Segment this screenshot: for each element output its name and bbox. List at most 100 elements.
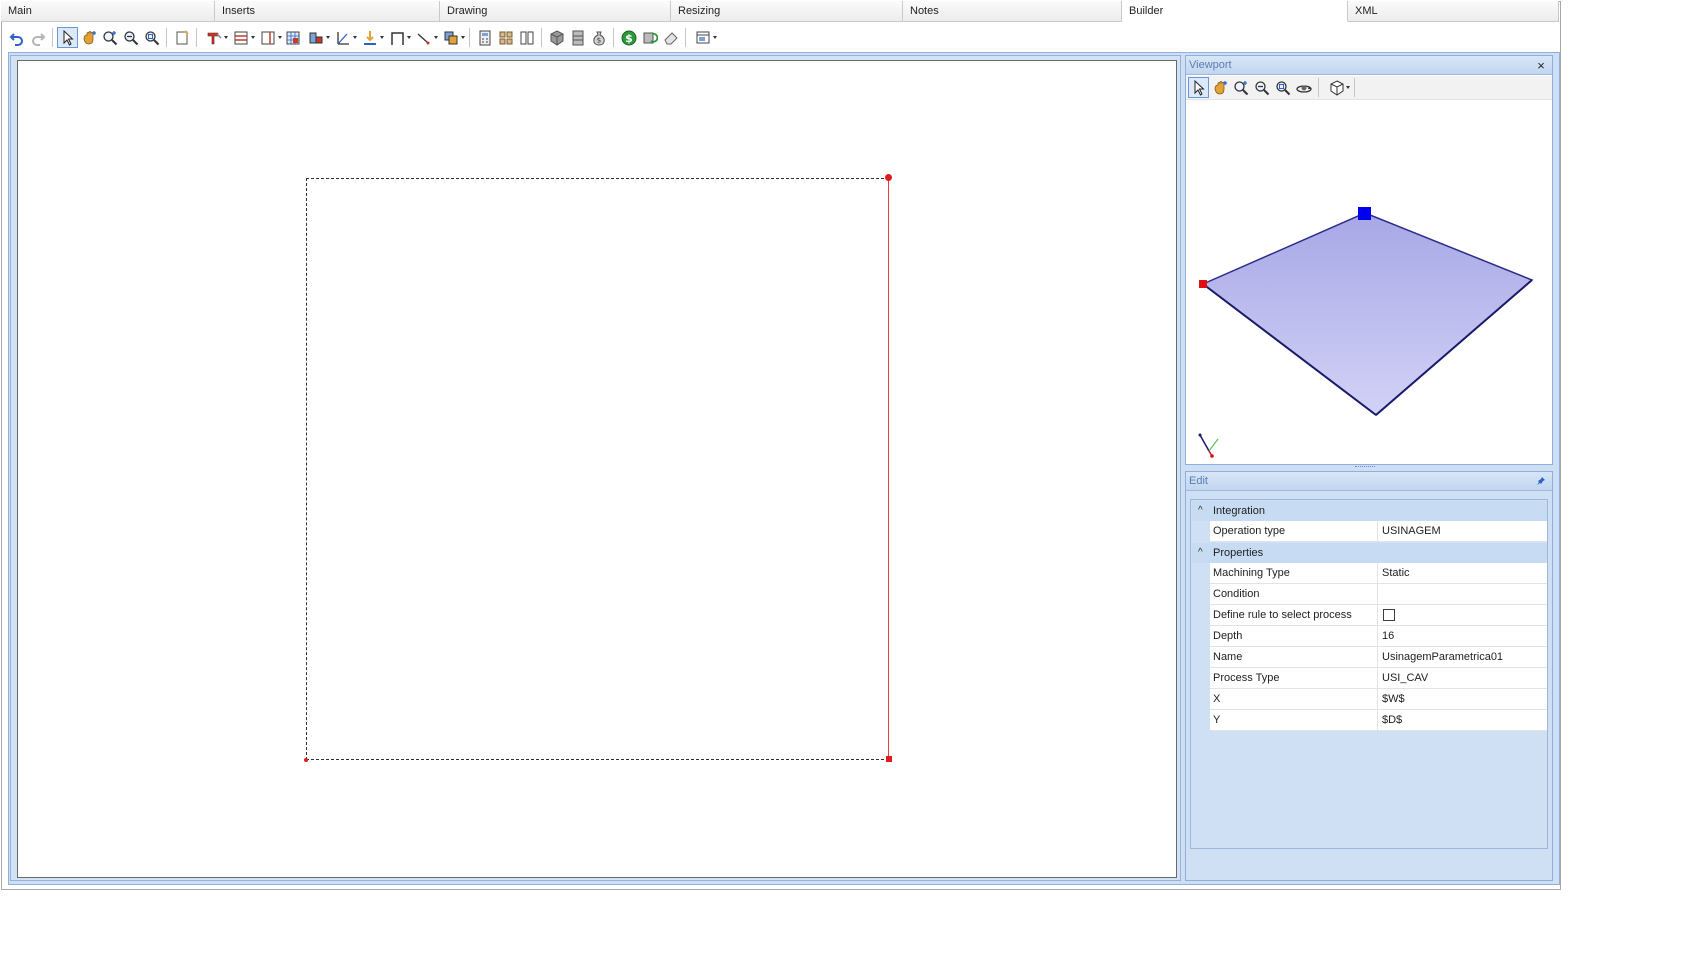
category-properties[interactable]: ^ Properties (1192, 543, 1547, 563)
zoom-window-icon[interactable] (1230, 77, 1251, 98)
close-icon[interactable]: × (1534, 56, 1548, 75)
grid-icon[interactable] (282, 27, 303, 48)
chevron-down-icon (1346, 86, 1350, 89)
property-row-name[interactable]: Name UsinagemParametrica01 (1210, 647, 1547, 668)
copy-icon[interactable] (438, 27, 465, 48)
tab-resizing[interactable]: Resizing (671, 1, 903, 22)
property-row-operation-type[interactable]: Operation type USINAGEM (1210, 521, 1547, 542)
zoom-out-icon[interactable] (1251, 77, 1272, 98)
refresh-icon[interactable] (639, 27, 660, 48)
property-row-machining-type[interactable]: Machining Type Static (1210, 563, 1547, 584)
drawing-canvas[interactable] (17, 60, 1177, 878)
calculator-icon[interactable] (474, 27, 495, 48)
property-value[interactable]: UsinagemParametrica01 (1379, 647, 1547, 667)
property-key: Machining Type (1210, 563, 1378, 583)
toolbar-separator (1318, 78, 1319, 97)
property-value[interactable]: $D$ (1379, 710, 1547, 730)
svg-text:$: $ (596, 36, 600, 44)
property-row-y[interactable]: Y $D$ (1210, 710, 1547, 731)
panel-icon[interactable] (228, 27, 255, 48)
vertex-handle-bottom-left[interactable] (304, 758, 308, 762)
property-grid: ^ Integration Operation type USINAGEM ^ … (1190, 499, 1548, 849)
define-rule-checkbox[interactable] (1383, 609, 1395, 621)
chevron-up-icon[interactable]: ^ (1198, 501, 1210, 521)
property-value[interactable]: $W$ (1379, 689, 1547, 709)
select-pointer-icon[interactable] (57, 27, 78, 48)
eraser-icon[interactable] (660, 27, 681, 48)
tab-main[interactable]: Main (1, 1, 215, 22)
zoom-extents-icon[interactable] (141, 27, 162, 48)
tab-inserts[interactable]: Inserts (215, 1, 440, 22)
viewport-title-label: Viewport (1189, 59, 1232, 71)
property-row-define-rule[interactable]: Define rule to select process (1210, 605, 1547, 626)
view-cube-icon[interactable] (1323, 77, 1350, 98)
divider-icon[interactable] (255, 27, 282, 48)
tab-notes[interactable]: Notes (903, 1, 1122, 22)
angle-icon[interactable] (330, 27, 357, 48)
zoom-extents-icon[interactable] (1272, 77, 1293, 98)
vertex-handle-top-right[interactable] (885, 174, 892, 181)
viewport-3d-canvas[interactable] (1186, 101, 1552, 464)
property-value[interactable] (1379, 584, 1547, 604)
vertex-handle-bottom-right[interactable] (886, 756, 892, 762)
property-row-x[interactable]: X $W$ (1210, 689, 1547, 710)
cabinet-icon[interactable] (567, 27, 588, 48)
toolbar-separator (1354, 78, 1355, 97)
3d-scene (1198, 207, 1534, 458)
tab-builder[interactable]: Builder (1122, 1, 1348, 22)
money-bag-icon[interactable]: $ (588, 27, 609, 48)
category-gutter (1192, 563, 1210, 731)
property-row-depth[interactable]: Depth 16 (1210, 626, 1547, 647)
pin-icon[interactable] (1534, 472, 1548, 491)
dollar-icon[interactable]: $ (618, 27, 639, 48)
line-icon[interactable] (411, 27, 438, 48)
main-toolbar: $ $ (3, 25, 1555, 50)
property-value[interactable]: Static (1379, 563, 1547, 583)
handle-red[interactable] (1199, 280, 1207, 288)
property-key: Define rule to select process (1210, 605, 1378, 625)
ribbon-tab-bar: Main Inserts Drawing Resizing Notes Buil… (1, 1, 1559, 22)
splitter-grip[interactable] (1355, 466, 1375, 469)
orbit-icon[interactable] (1293, 77, 1314, 98)
property-value[interactable]: USINAGEM (1379, 521, 1547, 541)
category-label: Integration (1213, 505, 1265, 517)
category-gutter (1192, 521, 1210, 542)
machining-outline[interactable] (306, 178, 889, 760)
undo-icon[interactable] (6, 27, 27, 48)
chevron-up-icon[interactable]: ^ (1198, 543, 1210, 563)
columns-icon[interactable] (516, 27, 537, 48)
svg-text:$: $ (625, 32, 633, 45)
frame-icon[interactable] (384, 27, 411, 48)
insert-tool-icon[interactable] (201, 27, 228, 48)
property-value[interactable]: 16 (1379, 626, 1547, 646)
machining-plane[interactable] (1201, 212, 1534, 416)
axis-triad-icon (1198, 433, 1219, 458)
connector-icon[interactable] (303, 27, 330, 48)
toolbar-separator (52, 28, 53, 47)
zoom-window-icon[interactable] (99, 27, 120, 48)
property-value[interactable]: USI_CAV (1379, 668, 1547, 688)
viewport-panel: Viewport × (1185, 55, 1553, 465)
property-key: Process Type (1210, 668, 1378, 688)
category-integration[interactable]: ^ Integration (1192, 501, 1547, 521)
property-value[interactable] (1379, 605, 1547, 625)
handle-blue[interactable] (1358, 207, 1371, 220)
property-key: Y (1210, 710, 1378, 730)
layout-icon[interactable] (690, 27, 717, 48)
new-note-icon[interactable] (171, 27, 192, 48)
toolbar-separator (613, 28, 614, 47)
select-pointer-icon[interactable] (1188, 77, 1209, 98)
redo-icon[interactable] (27, 27, 48, 48)
tab-xml[interactable]: XML (1348, 1, 1559, 22)
application-window: Main Inserts Drawing Resizing Notes Buil… (0, 0, 1705, 976)
pan-hand-icon[interactable] (1209, 77, 1230, 98)
zoom-out-icon[interactable] (120, 27, 141, 48)
tab-drawing[interactable]: Drawing (440, 1, 671, 22)
hardware-icon[interactable] (495, 27, 516, 48)
arrow-down-icon[interactable] (357, 27, 384, 48)
cube-icon[interactable] (546, 27, 567, 48)
toolbar-separator (196, 28, 197, 47)
property-row-process-type[interactable]: Process Type USI_CAV (1210, 668, 1547, 689)
pan-hand-icon[interactable] (78, 27, 99, 48)
property-row-condition[interactable]: Condition (1210, 584, 1547, 605)
